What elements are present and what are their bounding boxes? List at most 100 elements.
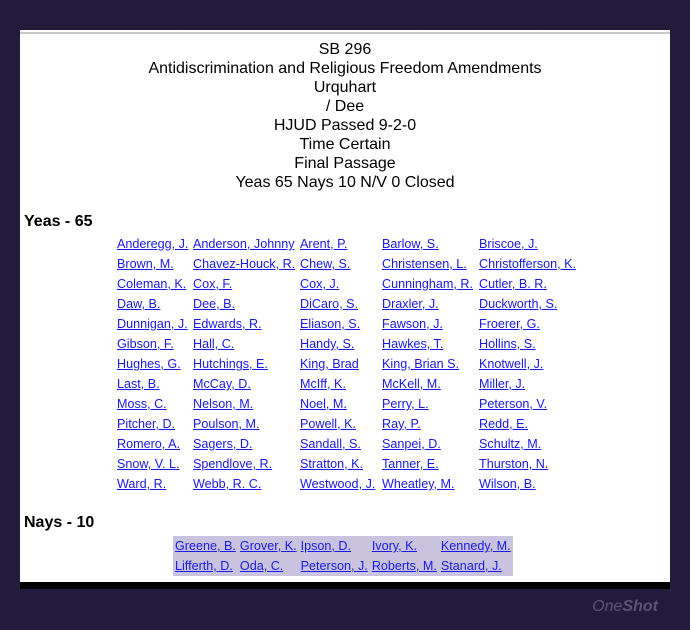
legislator-link[interactable]: Redd, E. <box>479 417 528 431</box>
legislator-link[interactable]: Schultz, M. <box>479 437 541 451</box>
legislator-link[interactable]: Brown, M. <box>117 257 174 271</box>
legislator-link[interactable]: Peterson, V. <box>479 397 547 411</box>
legislator-link[interactable]: Thurston, N. <box>479 457 548 471</box>
legislator-link[interactable]: DiCaro, S. <box>300 297 358 311</box>
legislator-link[interactable]: Cox, J. <box>300 277 339 291</box>
legislator-link[interactable]: Wilson, B. <box>479 477 536 491</box>
document-page: SB 296 Antidiscrimination and Religious … <box>20 30 670 582</box>
vote-row: Dunnigan, J. Edwards, R. Eliason, S. Fawson… <box>115 314 581 334</box>
legislator-link[interactable]: Hollins, S. <box>479 337 536 351</box>
legislator-link[interactable]: Tanner, E. <box>382 457 439 471</box>
legislator-link[interactable]: Last, B. <box>117 377 160 391</box>
legislator-link[interactable]: Moss, C. <box>117 397 167 411</box>
legislator-link[interactable]: Stanard, J. <box>441 559 502 573</box>
legislator-link[interactable]: Ipson, D. <box>301 539 351 553</box>
legislator-link[interactable]: Ivory, K. <box>372 539 417 553</box>
legislator-link[interactable]: Snow, V. L. <box>117 457 180 471</box>
legislator-link[interactable]: Lifferth, D. <box>175 559 233 573</box>
vote-cell: Wheatley, M. <box>380 474 477 494</box>
legislator-link[interactable]: Ray, P. <box>382 417 421 431</box>
legislator-link[interactable]: Barlow, S. <box>382 237 439 251</box>
legislator-link[interactable]: McCay, D. <box>193 377 251 391</box>
legislator-link[interactable]: Christensen, L. <box>382 257 467 271</box>
vote-row: Gibson, F. Hall, C. Handy, S. Hawkes, T. Hol… <box>115 334 581 354</box>
legislator-link[interactable]: Cox, F. <box>193 277 232 291</box>
legislator-link[interactable]: Chew, S. <box>300 257 350 271</box>
legislator-link[interactable]: Kennedy, M. <box>441 539 511 553</box>
bill-cosponsor: / Dee <box>325 98 365 115</box>
vote-cell: Redd, E. <box>477 414 581 434</box>
legislator-link[interactable]: Roberts, M. <box>372 559 437 573</box>
vote-cell: Cox, F. <box>191 274 298 294</box>
legislator-link[interactable]: Pitcher, D. <box>117 417 175 431</box>
legislator-link[interactable]: Spendlove, R. <box>193 457 272 471</box>
legislator-link[interactable]: Fawson, J. <box>382 317 443 331</box>
legislator-link[interactable]: Perry, L. <box>382 397 429 411</box>
vote-cell: Hughes, G. <box>115 354 191 374</box>
vote-cell: McIff, K. <box>298 374 380 394</box>
legislator-link[interactable]: Coleman, K. <box>117 277 186 291</box>
legislator-link[interactable]: Hawkes, T. <box>382 337 443 351</box>
vote-cell: Christofferson, K. <box>477 254 581 274</box>
vote-cell: Gibson, F. <box>115 334 191 354</box>
legislator-link[interactable]: Noel, M. <box>300 397 347 411</box>
legislator-link[interactable]: Froerer, G. <box>479 317 540 331</box>
legislator-link[interactable]: Peterson, J. <box>301 559 368 573</box>
legislator-link[interactable]: Powell, K. <box>300 417 356 431</box>
legislator-link[interactable]: King, Brad <box>300 357 359 371</box>
vote-row: Brown, M. Chavez-Houck, R. Chew, S. Christe… <box>115 254 581 274</box>
legislator-link[interactable]: Oda, C. <box>240 559 283 573</box>
legislator-link[interactable]: Handy, S. <box>300 337 354 351</box>
legislator-link[interactable]: Wheatley, M. <box>382 477 455 491</box>
vote-cell: Froerer, G. <box>477 314 581 334</box>
legislator-link[interactable]: Anderegg, J. <box>117 237 188 251</box>
vote-cell: Ward, R. <box>115 474 191 494</box>
legislator-link[interactable]: Anderson, Johnny <box>193 237 295 251</box>
legislator-link[interactable]: Westwood, J. <box>300 477 375 491</box>
legislator-link[interactable]: Poulson, M. <box>193 417 260 431</box>
legislator-link[interactable]: Sagers, D. <box>193 437 253 451</box>
vote-cell: Lifferth, D. <box>173 556 238 576</box>
legislator-link[interactable]: Draxler, J. <box>382 297 439 311</box>
legislator-link[interactable]: Sanpei, D. <box>382 437 441 451</box>
legislator-link[interactable]: Eliason, S. <box>300 317 360 331</box>
legislator-link[interactable]: Nelson, M. <box>193 397 253 411</box>
legislator-link[interactable]: Greene, B. <box>175 539 236 553</box>
vote-cell: McCay, D. <box>191 374 298 394</box>
legislator-link[interactable]: Cutler, B. R. <box>479 277 547 291</box>
legislator-link[interactable]: Briscoe, J. <box>479 237 538 251</box>
vote-cell: Cox, J. <box>298 274 380 294</box>
yeas-table: Anderegg, J. Anderson, Johnny Arent, P. Bar… <box>115 234 581 494</box>
legislator-link[interactable]: Grover, K. <box>240 539 297 553</box>
legislator-link[interactable]: Ward, R. <box>117 477 166 491</box>
legislator-link[interactable]: King, Brian S. <box>382 357 459 371</box>
legislator-link[interactable]: Duckworth, S. <box>479 297 557 311</box>
vote-cell: Westwood, J. <box>298 474 380 494</box>
legislator-link[interactable]: Stratton, K. <box>300 457 363 471</box>
legislator-link[interactable]: Romero, A. <box>117 437 180 451</box>
legislator-link[interactable]: Miller, J. <box>479 377 525 391</box>
vote-cell: Perry, L. <box>380 394 477 414</box>
vote-cell: Powell, K. <box>298 414 380 434</box>
legislator-link[interactable]: Chavez-Houck, R. <box>193 257 295 271</box>
legislator-link[interactable]: Arent, P. <box>300 237 347 251</box>
legislator-link[interactable]: Gibson, F. <box>117 337 174 351</box>
legislator-link[interactable]: Webb, R. C. <box>193 477 261 491</box>
legislator-link[interactable]: Edwards, R. <box>193 317 262 331</box>
legislator-link[interactable]: Hughes, G. <box>117 357 181 371</box>
legislator-link[interactable]: Sandall, S. <box>300 437 361 451</box>
oneshot-logo: OneShot <box>592 598 658 615</box>
legislator-link[interactable]: Christofferson, K. <box>479 257 576 271</box>
legislator-link[interactable]: McIff, K. <box>300 377 346 391</box>
legislator-link[interactable]: Dunnigan, J. <box>117 317 188 331</box>
legislator-link[interactable]: Cunningham, R. <box>382 277 473 291</box>
legislator-link[interactable]: Dee, B. <box>193 297 235 311</box>
legislator-link[interactable]: Daw, B. <box>117 297 160 311</box>
vote-row: Romero, A. Sagers, D. Sandall, S. Sanpei, D… <box>115 434 581 454</box>
legislator-link[interactable]: Knotwell, J. <box>479 357 543 371</box>
nays-table: Greene, B. Grover, K. Ipson, D. Ivory, K. Ke… <box>173 536 513 576</box>
vote-cell: Sandall, S. <box>298 434 380 454</box>
legislator-link[interactable]: McKell, M. <box>382 377 441 391</box>
legislator-link[interactable]: Hall, C. <box>193 337 234 351</box>
legislator-link[interactable]: Hutchings, E. <box>193 357 268 371</box>
